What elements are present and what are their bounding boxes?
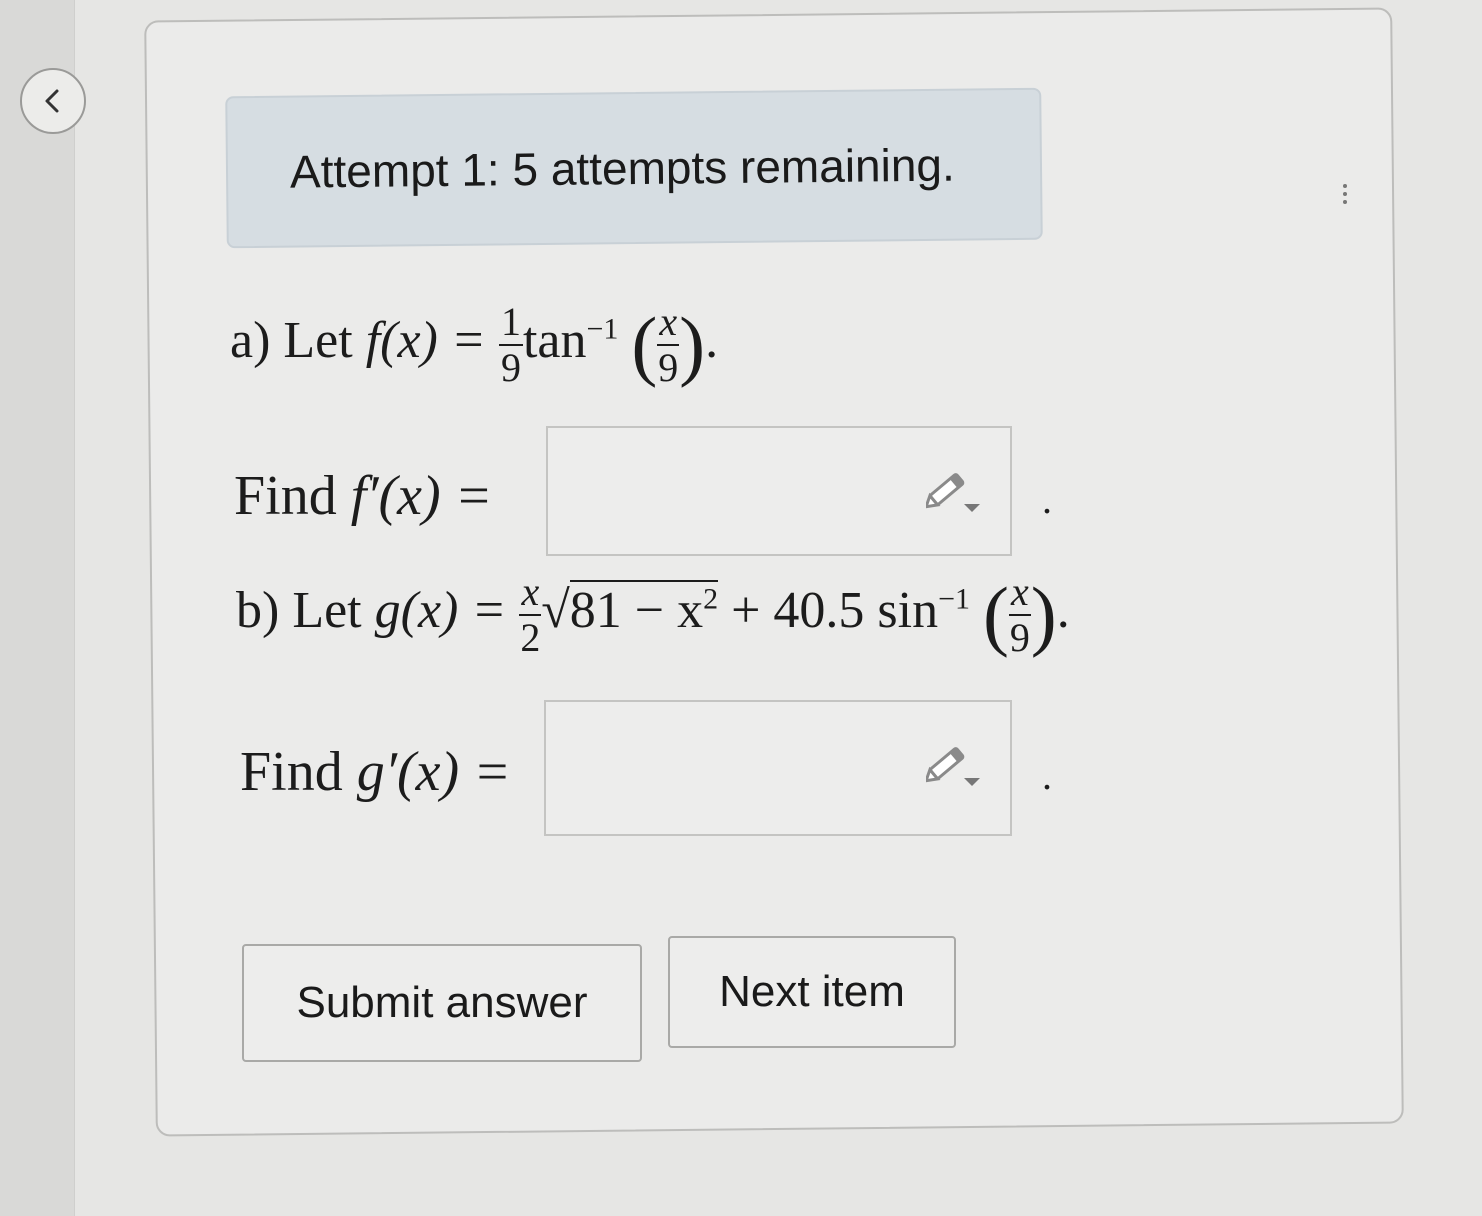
fraction-denominator: 9 xyxy=(1009,615,1030,660)
left-paren: ( xyxy=(631,301,658,388)
next-item-button[interactable]: Next item xyxy=(668,936,956,1048)
fraction-denominator: 9 xyxy=(500,345,521,390)
radicand-exponent: 2 xyxy=(703,582,719,616)
inverse-exponent: −1 xyxy=(938,582,971,616)
let-word: Let xyxy=(283,311,353,369)
attempts-remaining-text: Attempt 1: 5 attempts remaining. xyxy=(289,138,956,198)
question-a-statement: a) Let f(x) = 1 9 tan−1 ( x 9 ). xyxy=(230,300,718,390)
find-a-label: Find f′(x) = xyxy=(234,464,492,528)
fraction-numerator: 1 xyxy=(498,299,523,346)
plus-term: + 40.5 sin xyxy=(731,581,939,639)
function-lhs: f(x) = xyxy=(365,311,486,369)
trailing-period: . xyxy=(705,311,719,369)
derivative-lhs: f′(x) = xyxy=(350,465,493,527)
coefficient-fraction: x 2 xyxy=(519,569,542,660)
question-b-statement: b) Let g(x) = x 2 √81 − x2 + 40.5 sin−1 … xyxy=(236,570,1070,660)
left-paren: ( xyxy=(983,571,1009,658)
derivative-lhs: g′(x) = xyxy=(356,741,511,803)
inverse-exponent: −1 xyxy=(586,312,619,346)
sqrt-radicand: 81 − x2 xyxy=(569,579,719,639)
right-paren: ) xyxy=(1030,571,1057,658)
find-a-period: . xyxy=(1042,477,1052,522)
trailing-period: . xyxy=(1056,581,1070,639)
answer-input-b[interactable] xyxy=(544,700,1012,836)
fraction-denominator: 9 xyxy=(658,345,679,390)
sqrt-symbol: √ xyxy=(541,581,570,639)
chevron-left-icon xyxy=(45,89,59,113)
fraction-numerator: x xyxy=(657,299,680,346)
right-paren: ) xyxy=(679,301,706,388)
question-a-label: a) xyxy=(230,311,271,369)
let-word: Let xyxy=(292,581,362,639)
argument-fraction: x 9 xyxy=(657,299,680,390)
find-b-label: Find g′(x) = xyxy=(240,740,511,804)
argument-fraction: x 9 xyxy=(1009,572,1031,658)
find-word: Find xyxy=(240,741,343,803)
function-name: tan xyxy=(522,311,587,369)
pencil-dropdown-icon[interactable] xyxy=(926,466,982,514)
attempts-banner: Attempt 1: 5 attempts remaining. xyxy=(225,87,1043,249)
submit-answer-button[interactable]: Submit answer xyxy=(242,944,642,1062)
fraction-numerator: x xyxy=(1009,569,1031,616)
pencil-dropdown-icon[interactable] xyxy=(926,740,982,788)
radicand-text: 81 − x xyxy=(569,581,704,639)
more-options-icon[interactable] xyxy=(1340,182,1350,206)
find-word: Find xyxy=(234,465,337,527)
find-b-period: . xyxy=(1042,753,1052,798)
fraction-denominator: 2 xyxy=(520,615,541,660)
fraction-numerator: x xyxy=(519,569,542,616)
coefficient-fraction: 1 9 xyxy=(498,299,523,390)
back-button[interactable] xyxy=(20,68,86,134)
function-lhs: g(x) = xyxy=(374,581,507,639)
question-b-label: b) xyxy=(236,581,280,639)
answer-input-a[interactable] xyxy=(546,426,1012,556)
left-sidebar-strip xyxy=(0,0,75,1216)
